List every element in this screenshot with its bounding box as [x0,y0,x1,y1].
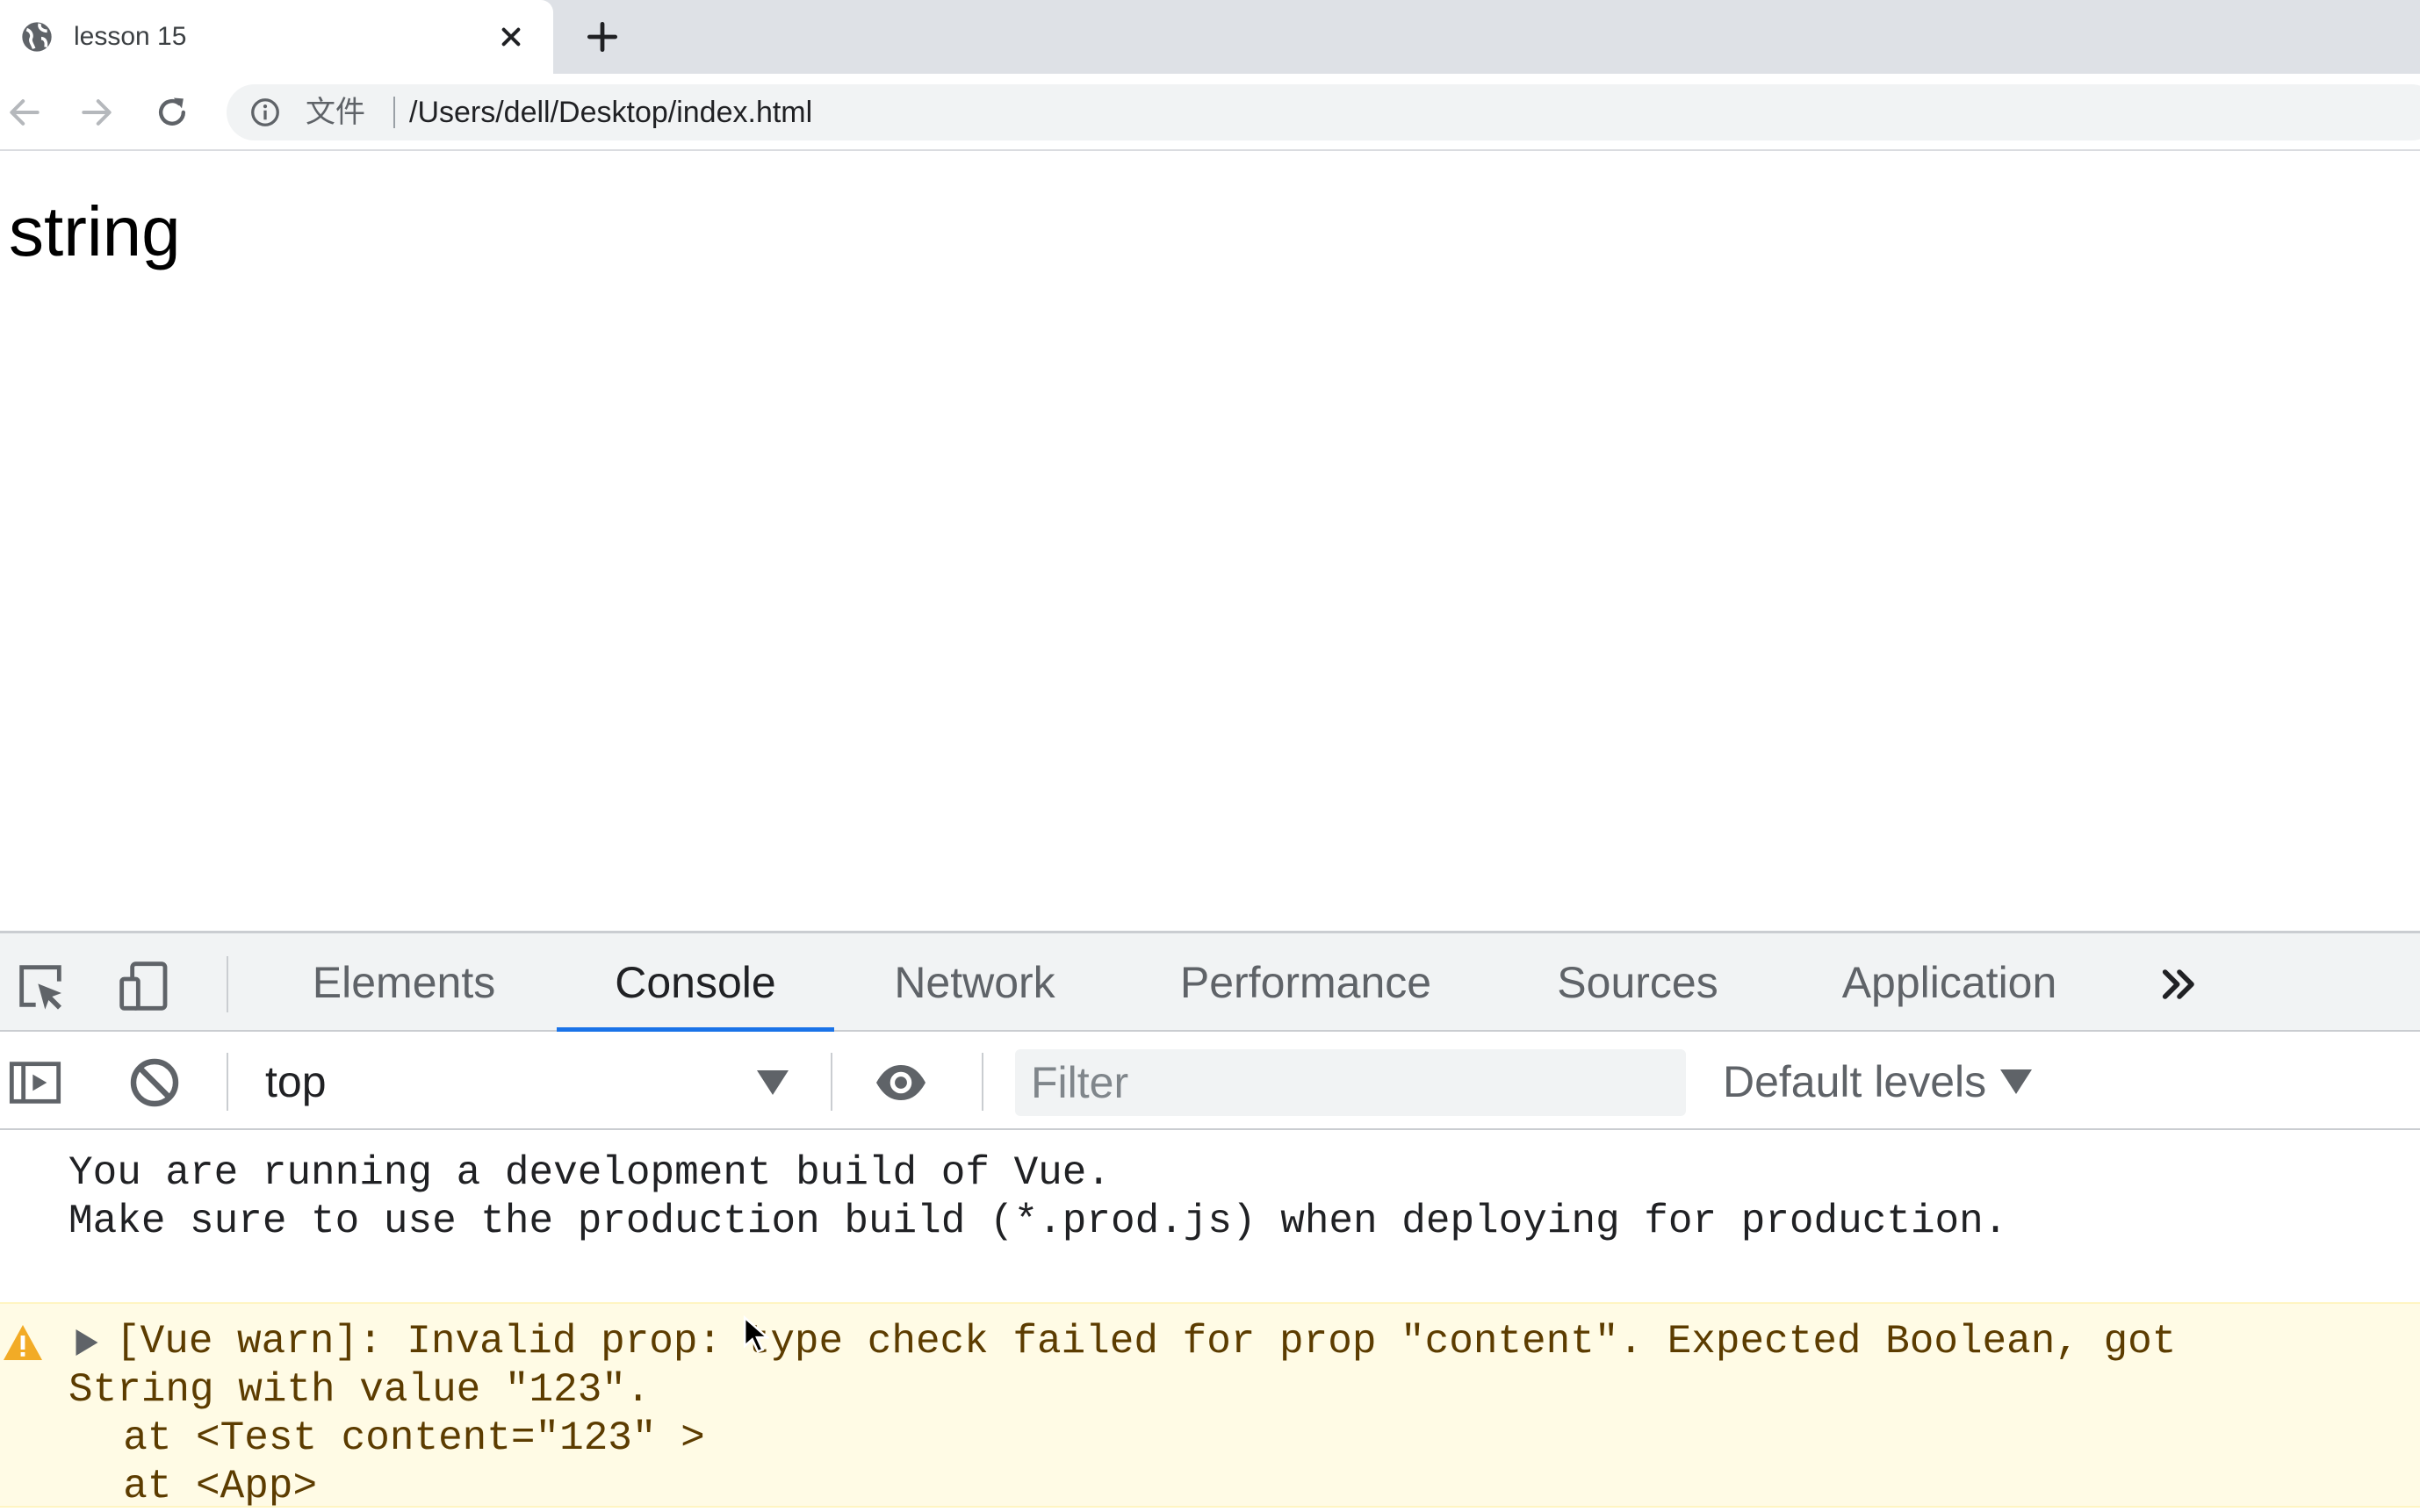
mouse-cursor-icon [743,1315,769,1353]
devtools-tab-bar: Elements Console Network Performance Sou… [0,933,2420,1032]
tab-console[interactable]: Console [557,933,834,1032]
log-levels-label: Default levels [1723,1057,1987,1106]
warning-icon [4,1325,42,1360]
address-bar[interactable]: 文件 /Users/dell/Desktop/index.html [227,84,2420,140]
plus-icon[interactable] [583,18,622,56]
stack-frame-app[interactable]: at <App> [75,1463,317,1511]
context-selector[interactable]: top [246,1048,799,1116]
reload-icon[interactable] [153,93,191,132]
tab-network[interactable]: Network [861,933,1089,1032]
stack-frame-test[interactable]: at <Test content="123" > [75,1415,705,1463]
devtools-panel: Elements Console Network Performance Sou… [0,931,2420,1512]
console-line: You are running a development build of V… [68,1150,1111,1196]
url-text[interactable]: /Users/dell/Desktop/index.html [409,93,812,132]
log-levels-selector[interactable]: Default levels [1723,1048,2034,1116]
tab-elements[interactable]: Elements [281,933,527,1032]
page-content-text: string [9,192,181,270]
globe-icon [22,22,52,52]
devtools-separator [227,956,228,1012]
tab-strip: lesson 15 [0,0,2420,74]
tab-application[interactable]: Application [1818,933,2081,1032]
console-line: String with value "123". [68,1367,651,1413]
console-separator [831,1053,832,1111]
console-line: [Vue warn]: Invalid prop: type check fai… [116,1319,2177,1364]
device-toolbar-icon[interactable] [116,958,172,1014]
arrow-right-icon[interactable] [77,93,116,132]
tab-performance[interactable]: Performance [1138,933,1473,1032]
console-message-warning: [Vue warn]: Invalid prop: type check fai… [0,1302,2420,1511]
console-message-info: You are running a development build of V… [0,1130,2420,1251]
tab-sources[interactable]: Sources [1528,933,1747,1032]
caret-down-icon [2000,1069,2033,1094]
browser-tab[interactable]: lesson 15 [0,0,553,74]
console-separator [982,1053,983,1111]
inspect-element-icon[interactable] [12,958,68,1014]
close-icon[interactable] [493,19,529,54]
expand-triangle-icon[interactable] [74,1327,100,1358]
context-label: top [265,1057,327,1106]
tab-title: lesson 15 [74,22,187,51]
console-output: You are running a development build of V… [0,1130,2420,1512]
eye-icon[interactable] [873,1055,929,1111]
console-toolbar: top Default levels [0,1032,2420,1130]
arrow-left-icon[interactable] [5,93,44,132]
caret-down-icon [757,1070,789,1095]
console-separator [227,1053,228,1111]
scheme-label: 文件 [306,96,365,129]
address-divider [393,97,395,128]
sidebar-toggle-icon[interactable] [7,1055,63,1111]
chevron-double-right-icon[interactable] [2155,960,2204,1009]
page-viewport: string [0,151,2420,931]
clear-console-icon[interactable] [126,1055,183,1111]
console-line: Make sure to use the production build (*… [68,1199,2008,1244]
filter-input[interactable] [1015,1049,1686,1116]
browser-toolbar: 文件 /Users/dell/Desktop/index.html [0,74,2420,151]
info-icon[interactable] [249,97,281,128]
